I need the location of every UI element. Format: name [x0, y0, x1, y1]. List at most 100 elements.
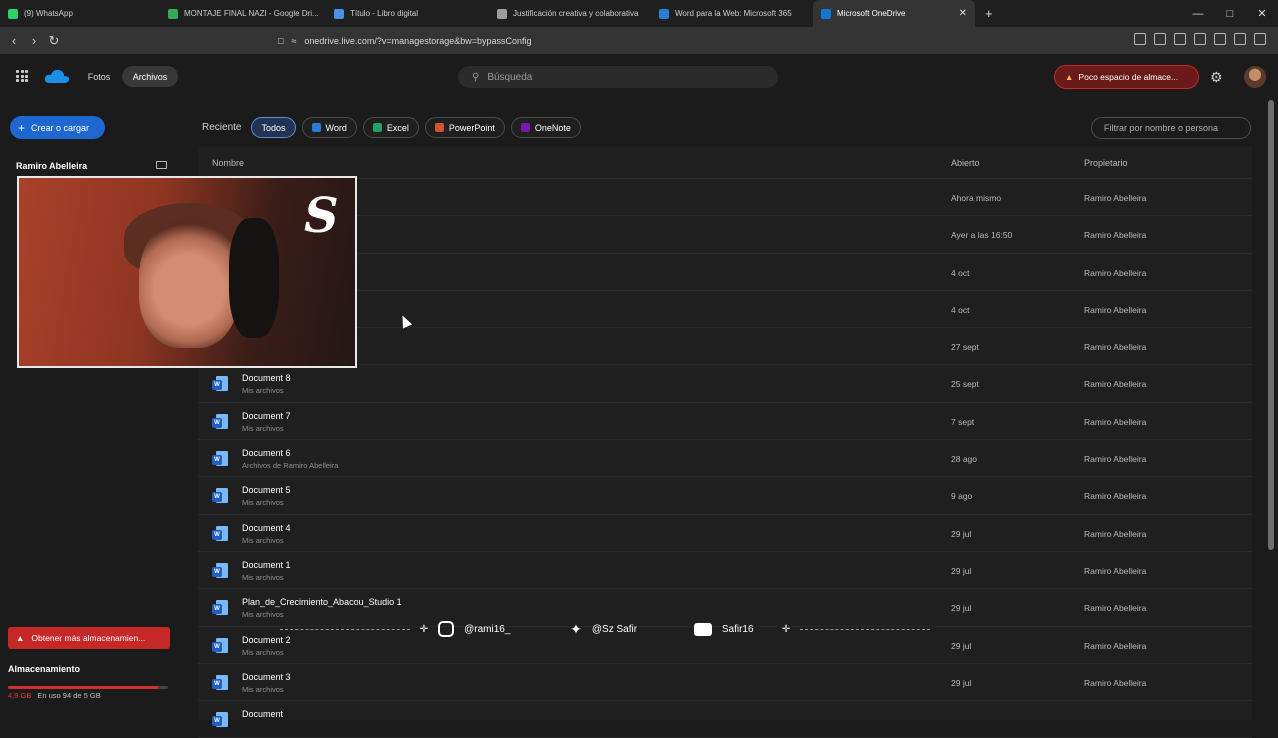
file-owner: Ramiro Abelleira	[1084, 193, 1147, 203]
tab-favicon-icon	[497, 8, 507, 19]
file-owner: Ramiro Abelleira	[1084, 342, 1147, 353]
word-file-icon: W	[212, 525, 228, 543]
extension-icon[interactable]	[1194, 33, 1206, 45]
filter-input[interactable]: Filtrar por nombre o persona	[1091, 117, 1251, 139]
browser-tab[interactable]: Word para la Web: Microsoft 365	[651, 0, 813, 27]
shield-icon[interactable]	[1234, 33, 1246, 45]
reload-icon[interactable]: ↻	[44, 33, 64, 49]
tab-favicon-icon	[659, 8, 669, 19]
table-row[interactable]: W Document 5 Mis archivos 9 ago Ramiro Abell…	[198, 477, 1252, 515]
table-row[interactable]: W Document 1 Mis archivos 29 jul Ramiro Abel…	[198, 552, 1252, 590]
create-upload-button[interactable]: + Crear o cargar	[10, 116, 105, 139]
divider	[280, 628, 410, 630]
sidebar-toggle-icon[interactable]	[1174, 33, 1186, 45]
filter-chip-label: Todos	[261, 122, 286, 133]
filter-chip[interactable]: OneNote	[510, 117, 581, 138]
warning-icon: ▲	[1065, 72, 1074, 82]
extension-icon[interactable]	[1214, 33, 1226, 45]
browser-tab[interactable]: (9) WhatsApp	[0, 0, 160, 27]
file-opened: 29 jul	[951, 528, 972, 539]
tab-files[interactable]: Archivos	[122, 66, 178, 87]
column-owner[interactable]: Propietario	[1084, 158, 1128, 168]
download-icon[interactable]	[1154, 33, 1166, 45]
table-row[interactable]: W Document 7 Mis archivos 7 sept Ramiro Abel…	[198, 403, 1252, 441]
tab-favicon-icon	[821, 8, 831, 19]
collapse-pane-icon[interactable]	[156, 161, 167, 169]
filter-chip-label: PowerPoint	[448, 122, 495, 133]
file-owner: Ramiro Abelleira	[1084, 379, 1147, 390]
file-name[interactable]: Document 5	[242, 485, 291, 495]
table-row[interactable]: W Document 3 Mis archivos 29 jul Ramiro Abel…	[198, 664, 1252, 702]
tab-label: Título - Libro digital	[350, 9, 419, 18]
search-box[interactable]: ⚲ Búsqueda	[458, 66, 778, 88]
settings-gear-icon[interactable]: ⚙	[1210, 69, 1223, 86]
storage-progress-bar	[8, 686, 168, 689]
file-owner: Ramiro Abelleira	[1084, 677, 1147, 688]
file-name[interactable]: Document 1	[242, 560, 291, 570]
search-input[interactable]: Búsqueda	[487, 72, 532, 83]
browser-tab[interactable]: Justificación creativa y colaborativa	[489, 0, 651, 27]
low-storage-button[interactable]: ▲ Poco espacio de almace...	[1054, 65, 1199, 89]
filter-chip-label: Word	[325, 122, 347, 133]
browser-tab[interactable]: Microsoft OneDrive ✕	[813, 0, 975, 27]
scrollbar[interactable]	[1268, 100, 1274, 550]
filter-chip[interactable]: PowerPoint	[424, 117, 505, 138]
file-opened: Ayer a las 16:50	[951, 230, 1013, 241]
app-launcher-icon[interactable]	[16, 70, 28, 82]
browser-tab[interactable]: Título - Libro digital	[326, 0, 489, 27]
forward-icon[interactable]: ›	[24, 33, 44, 48]
filter-chip[interactable]: Todos	[251, 117, 296, 138]
filter-chip[interactable]: Word	[301, 117, 357, 138]
storage-usage: 4,9 GB En uso 94 de 5 GB	[8, 691, 101, 700]
close-window-icon[interactable]: ✕	[1246, 7, 1278, 20]
file-location: Mis archivos	[242, 498, 284, 508]
plus-icon: +	[18, 120, 26, 135]
menu-icon[interactable]	[1254, 33, 1266, 45]
maximize-icon[interactable]: □	[1214, 8, 1246, 20]
column-opened[interactable]: Abierto	[951, 158, 980, 168]
file-name[interactable]: Plan_de_Crecimiento_Abacou_Studio 1	[242, 597, 402, 607]
file-name[interactable]: Document 6	[242, 448, 291, 458]
table-row[interactable]: W Document 4 Mis archivos 29 jul Ramiro Abel…	[198, 515, 1252, 552]
address-bar: ‹ › ↻ □ ≈ onedrive.live.com/?v=managesto…	[0, 27, 1278, 54]
storage-title[interactable]: Almacenamiento	[8, 664, 80, 674]
file-name[interactable]: Document 7	[242, 411, 291, 421]
file-opened: 25 sept	[951, 379, 979, 390]
minimize-icon[interactable]: —	[1182, 8, 1214, 20]
table-row[interactable]: W Document 8 Mis archivos 25 sept Ramiro Abe…	[198, 365, 1252, 403]
file-location: Mis archivos	[242, 684, 284, 694]
app-icon	[520, 123, 530, 132]
search-icon: ⚲	[472, 71, 480, 83]
file-location: Archivos de Ramiro Abelleira	[242, 461, 339, 471]
file-name[interactable]: Document 8	[242, 373, 291, 383]
sidebar-owner-name[interactable]: Ramiro Abelleira	[16, 161, 87, 171]
site-info-icon[interactable]: ≈	[291, 36, 296, 46]
avatar[interactable]	[1244, 66, 1266, 88]
extension-icon[interactable]	[1134, 33, 1146, 45]
window-controls: — □ ✕	[1182, 0, 1278, 27]
file-name[interactable]: Document 3	[242, 672, 291, 682]
browser-tab[interactable]: MONTAJE FINAL NAZI - Google Dri...	[160, 0, 326, 27]
close-tab-icon[interactable]: ✕	[959, 8, 967, 19]
file-owner: Ramiro Abelleira	[1084, 454, 1147, 465]
get-more-storage-button[interactable]: ▲ Obtener más almacenamien...	[8, 627, 170, 649]
file-owner: Ramiro Abelleira	[1084, 304, 1147, 315]
tab-label: Justificación creativa y colaborativa	[513, 9, 639, 18]
back-icon[interactable]: ‹	[4, 33, 24, 48]
storage-used-value: 4,9 GB	[8, 691, 32, 700]
filter-chip[interactable]: Excel	[362, 117, 419, 138]
file-opened: 29 jul	[951, 677, 972, 688]
file-name[interactable]: Document 4	[242, 523, 291, 533]
youtube-handle: Safir16	[721, 623, 754, 635]
bookmark-icon[interactable]: □	[278, 36, 283, 46]
file-name[interactable]: Document	[242, 709, 283, 719]
table-row[interactable]: W Document 6 Archivos de Ramiro Abelleira 2…	[198, 440, 1252, 478]
column-name[interactable]: Nombre	[212, 158, 244, 168]
url-field[interactable]: onedrive.live.com/?v=managestorage&bw=by…	[304, 36, 531, 46]
word-file-icon: W	[212, 600, 228, 617]
new-tab-icon[interactable]: +	[985, 6, 993, 21]
file-owner: Ramiro Abelleira	[1084, 267, 1147, 278]
tab-photos[interactable]: Fotos	[80, 66, 118, 87]
onedrive-logo-icon[interactable]	[44, 68, 70, 84]
headset	[229, 218, 279, 338]
